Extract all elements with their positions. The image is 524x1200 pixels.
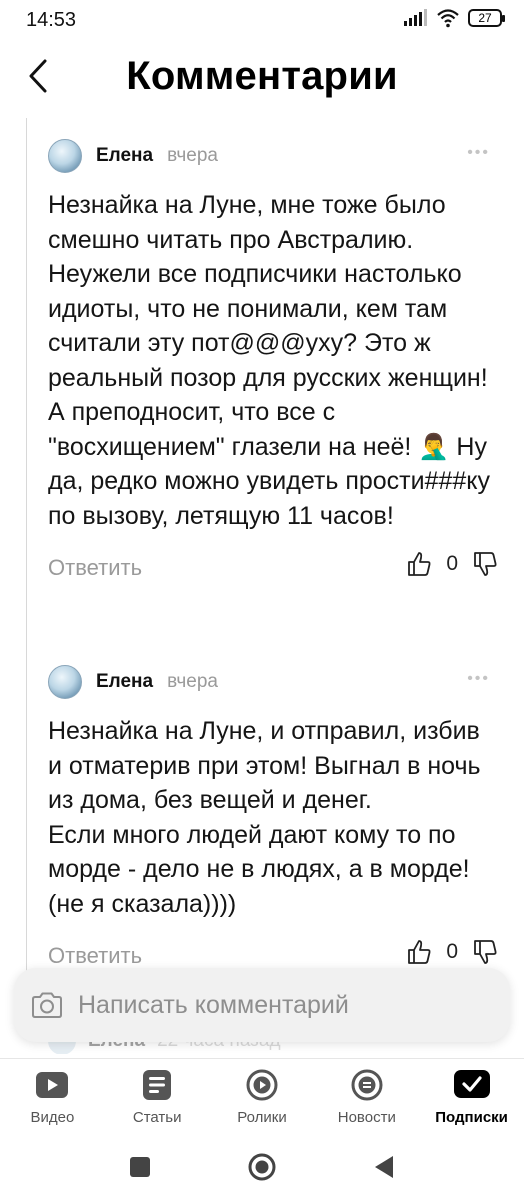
dislike-icon[interactable] bbox=[472, 551, 498, 577]
bottom-nav: Видео Статьи Ролики Новости Подписки bbox=[0, 1058, 524, 1134]
wifi-icon bbox=[437, 9, 459, 28]
header: Комментарии bbox=[0, 40, 524, 118]
page-title: Комментарии bbox=[126, 54, 398, 98]
back-triangle-icon[interactable] bbox=[372, 1154, 396, 1180]
articles-icon bbox=[137, 1067, 177, 1103]
camera-icon[interactable] bbox=[30, 990, 64, 1020]
vote-count: 0 bbox=[446, 940, 458, 963]
signal-icon bbox=[404, 9, 427, 26]
comment-author[interactable]: Елена bbox=[96, 671, 153, 693]
comment-time: вчера bbox=[167, 671, 218, 692]
reply-button[interactable]: Ответить bbox=[48, 555, 142, 581]
comment: Елена вчера ••• Незнайка на Луне, мне то… bbox=[48, 138, 498, 591]
nav-label: Ролики bbox=[237, 1109, 287, 1126]
avatar[interactable] bbox=[48, 139, 82, 173]
dislike-icon[interactable] bbox=[472, 939, 498, 965]
subscriptions-icon bbox=[452, 1067, 492, 1103]
nav-label: Новости bbox=[337, 1109, 396, 1126]
comment-author[interactable]: Елена bbox=[96, 145, 153, 167]
nav-label: Подписки bbox=[435, 1109, 508, 1126]
comment-actions: Ответить 0 bbox=[48, 551, 498, 591]
home-icon[interactable] bbox=[247, 1152, 277, 1182]
comment-header: Елена вчера ••• bbox=[48, 664, 498, 700]
video-icon bbox=[32, 1067, 72, 1103]
nav-label: Статьи bbox=[132, 1109, 182, 1126]
avatar[interactable] bbox=[48, 665, 82, 699]
comment-composer[interactable]: Написать комментарий bbox=[14, 968, 510, 1042]
comment: Елена вчера ••• Незнайка на Луне, и отпр… bbox=[48, 664, 498, 979]
system-nav bbox=[0, 1134, 524, 1200]
battery-indicator: 27 bbox=[468, 9, 505, 27]
nav-label: Видео bbox=[30, 1109, 75, 1126]
votes: 0 bbox=[406, 939, 498, 965]
votes: 0 bbox=[406, 551, 498, 577]
status-icons: 27 bbox=[402, 8, 505, 28]
comment-text: Незнайка на Луне, мне тоже было смешно ч… bbox=[48, 191, 491, 530]
comment-header: Елена вчера ••• bbox=[48, 138, 498, 174]
news-icon bbox=[347, 1067, 387, 1103]
comment-text: Незнайка на Луне, и отправил, избив и от… bbox=[48, 717, 481, 918]
nav-item-news[interactable]: Новости bbox=[314, 1059, 419, 1134]
status-bar: 14:53 27 bbox=[0, 0, 524, 40]
reply-button[interactable]: Ответить bbox=[48, 943, 142, 969]
comment-time: вчера bbox=[167, 145, 218, 166]
recents-icon[interactable] bbox=[128, 1155, 152, 1179]
thread-line bbox=[26, 118, 27, 978]
like-icon[interactable] bbox=[406, 551, 432, 577]
shorts-icon bbox=[242, 1067, 282, 1103]
more-options-icon[interactable]: ••• bbox=[467, 144, 490, 162]
comment-input[interactable]: Написать комментарий bbox=[78, 991, 349, 1020]
like-icon[interactable] bbox=[406, 939, 432, 965]
vote-count: 0 bbox=[446, 552, 458, 575]
nav-item-video[interactable]: Видео bbox=[0, 1059, 105, 1134]
nav-item-subscriptions[interactable]: Подписки bbox=[419, 1059, 524, 1134]
nav-item-articles[interactable]: Статьи bbox=[105, 1059, 210, 1134]
status-time: 14:53 bbox=[26, 9, 77, 31]
nav-item-shorts[interactable]: Ролики bbox=[210, 1059, 315, 1134]
more-options-icon[interactable]: ••• bbox=[467, 670, 490, 688]
